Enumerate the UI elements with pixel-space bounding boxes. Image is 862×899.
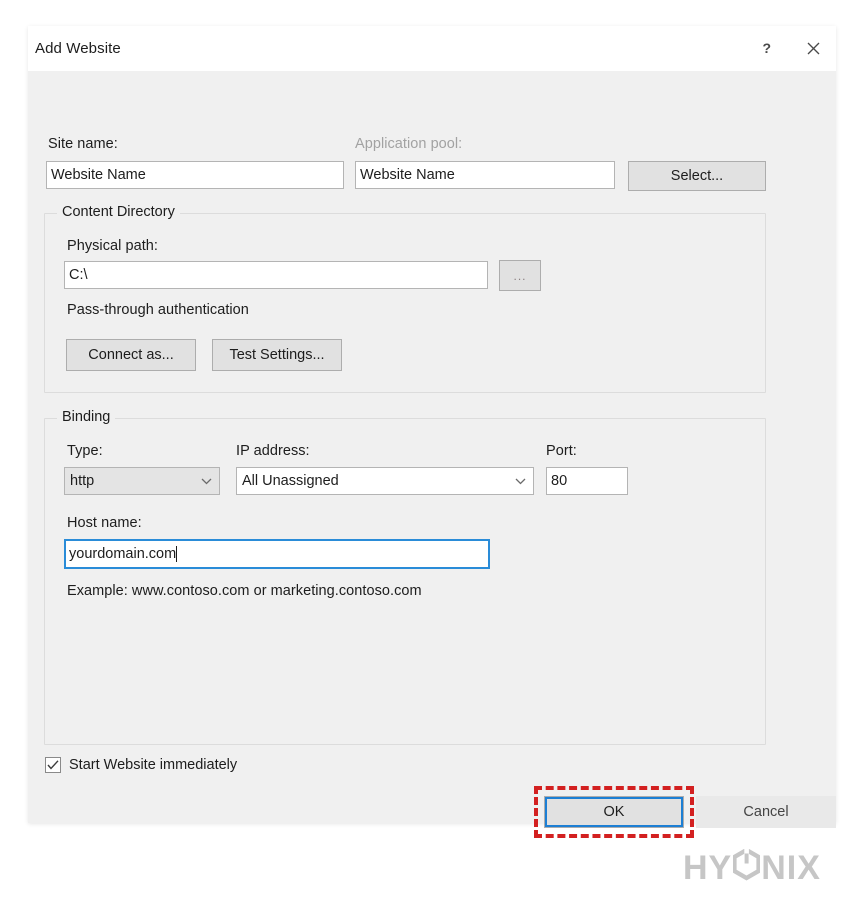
connect-as-button[interactable]: Connect as...	[66, 339, 196, 371]
hyonix-logo: HY NIX	[683, 847, 821, 887]
binding-ip-select[interactable]: All Unassigned	[236, 467, 534, 495]
binding-type-value: http	[70, 473, 95, 489]
logo-text-right: NIX	[761, 849, 821, 887]
checkmark-icon	[47, 760, 59, 770]
titlebar-buttons: ?	[744, 26, 836, 71]
select-app-pool-button[interactable]: Select...	[628, 161, 766, 191]
application-pool-input[interactable]: Website Name	[355, 161, 615, 189]
start-website-checkbox-row[interactable]: Start Website immediately	[45, 757, 237, 773]
binding-port-label: Port:	[546, 443, 577, 459]
ok-button[interactable]: OK	[544, 796, 684, 828]
host-name-label: Host name:	[67, 515, 142, 531]
host-name-example-text: Example: www.contoso.com or marketing.co…	[67, 583, 422, 599]
host-name-value: yourdomain.com	[69, 546, 177, 562]
close-button[interactable]	[790, 26, 836, 71]
close-x-icon	[807, 42, 819, 55]
chevron-down-icon	[515, 478, 526, 485]
test-settings-button[interactable]: Test Settings...	[212, 339, 342, 371]
physical-path-input[interactable]: C:\	[64, 261, 488, 289]
browse-physical-path-button[interactable]: ...	[499, 260, 541, 291]
binding-port-input[interactable]: 80	[546, 467, 628, 495]
dialog-body: Site name: Website Name Application pool…	[28, 71, 836, 838]
hexagon-power-icon	[732, 847, 762, 887]
chevron-down-icon	[201, 478, 212, 485]
binding-type-select[interactable]: http	[64, 467, 220, 495]
start-website-checkbox[interactable]	[45, 757, 61, 773]
svg-text:?: ?	[762, 41, 771, 56]
binding-type-label: Type:	[67, 443, 103, 459]
site-name-input[interactable]: Website Name	[46, 161, 344, 189]
content-directory-title: Content Directory	[57, 204, 180, 220]
dialog-titlebar: Add Website ?	[28, 26, 836, 71]
host-name-input[interactable]: yourdomain.com	[64, 539, 490, 569]
add-website-dialog: Add Website ? Site name: Website Name Ap…	[28, 26, 836, 838]
physical-path-label: Physical path:	[67, 238, 158, 254]
cancel-button[interactable]: Cancel	[696, 796, 836, 828]
binding-title: Binding	[57, 409, 116, 425]
dialog-title: Add Website	[35, 40, 121, 57]
binding-ip-label: IP address:	[236, 443, 310, 459]
application-pool-label: Application pool:	[355, 136, 463, 152]
start-website-label: Start Website immediately	[69, 757, 238, 773]
text-cursor	[176, 546, 178, 562]
help-button[interactable]: ?	[744, 26, 790, 71]
pass-through-authentication-text: Pass-through authentication	[67, 302, 249, 318]
logo-text-left: HY	[683, 849, 733, 887]
binding-ip-value: All Unassigned	[242, 473, 339, 489]
site-name-label: Site name:	[48, 136, 118, 152]
